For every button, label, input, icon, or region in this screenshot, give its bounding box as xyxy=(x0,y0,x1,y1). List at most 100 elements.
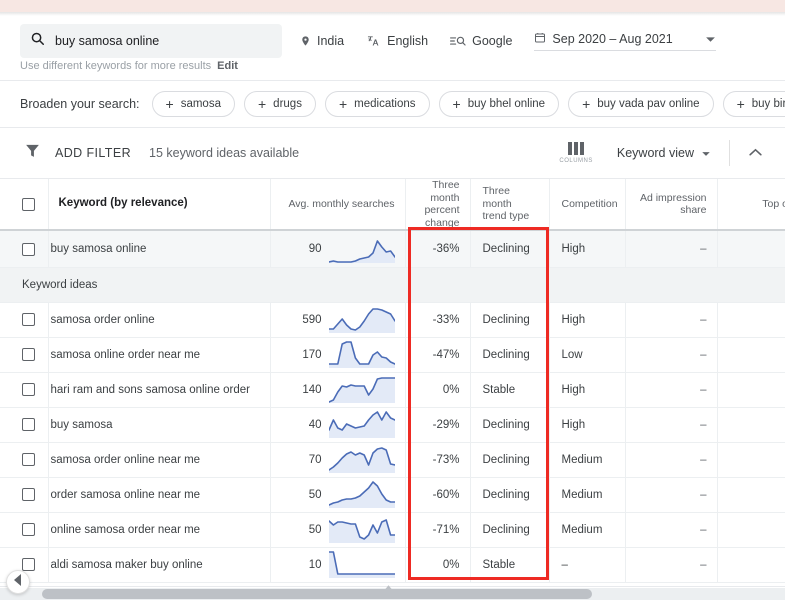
sort-caret-icon xyxy=(384,578,393,596)
keyword-table-container[interactable]: Keyword (by relevance) Avg. monthly sear… xyxy=(0,179,785,586)
horizontal-scrollbar-thumb[interactable] xyxy=(42,589,592,599)
search-network-icon xyxy=(450,35,466,47)
row-checkbox[interactable] xyxy=(22,348,35,362)
cell-top-of-page-bid: ₹4.64 xyxy=(717,302,785,338)
row-checkbox-cell xyxy=(0,372,49,408)
keyword-ideas-group-label: Keyword ideas xyxy=(0,267,785,303)
cell-ad-impression-share: – xyxy=(625,337,718,373)
keyword-ideas-group-row: Keyword ideas xyxy=(0,267,785,303)
avg-monthly-value: 50 xyxy=(308,523,322,536)
row-checkbox[interactable] xyxy=(22,488,35,502)
columns-label: COLUMNS xyxy=(559,158,593,164)
table-row[interactable]: online samosa order near me 50 -71% Declini… xyxy=(0,512,785,548)
broaden-chip[interactable]: + buy biryani online xyxy=(722,91,785,117)
column-header-three-month-percent-change[interactable]: Three month percent change xyxy=(405,179,471,231)
table-row[interactable]: samosa order online 590 -33% Declining High –… xyxy=(0,302,785,338)
translate-icon xyxy=(366,34,381,48)
cell-competition: Medium xyxy=(549,477,626,513)
keyword-ideas-count: 15 keyword ideas available xyxy=(149,146,300,160)
cell-avg-monthly-searches: 590 xyxy=(270,302,406,338)
table-row[interactable]: hari ram and sons samosa online order 140… xyxy=(0,372,785,408)
cell-competition: Medium xyxy=(549,512,626,548)
table-row[interactable]: buy samosa 40 -29%DecliningHigh–₹1.50 xyxy=(0,407,785,443)
cell-avg-monthly-searches: 70 xyxy=(270,442,406,478)
cell-avg-monthly-searches: 50 xyxy=(270,512,406,548)
language-label: English xyxy=(387,34,429,48)
cell-competition: Low xyxy=(549,337,626,373)
cell-ad-impression-share: – xyxy=(625,442,718,478)
row-checkbox-cell xyxy=(0,442,49,478)
keyword-planner-screen: buy samosa online India English Google S… xyxy=(0,0,785,600)
table-row-seed-keyword[interactable]: buy samosa online 90 -36%DecliningHigh–₹2.… xyxy=(0,230,785,268)
column-header-avg-monthly-searches[interactable]: Avg. monthly searches xyxy=(270,179,406,231)
select-all-checkbox[interactable] xyxy=(22,197,35,211)
filter-bar: ADD FILTER 15 keyword ideas available CO… xyxy=(0,128,785,178)
table-body: buy samosa online90-36%DecliningHigh–₹2.… xyxy=(0,230,785,583)
location-label: India xyxy=(317,34,345,48)
broaden-chip[interactable]: + drugs xyxy=(243,91,316,117)
cell-three-month-trend-type: Declining xyxy=(470,407,550,443)
edit-keywords-link[interactable]: Edit xyxy=(217,60,238,72)
keyword-table: Keyword (by relevance) Avg. monthly sear… xyxy=(0,179,785,583)
table-row[interactable]: order samosa online near me 50 -60% Declini… xyxy=(0,477,785,513)
column-header-keyword[interactable]: Keyword (by relevance) xyxy=(48,179,271,231)
cell-three-month-percent-change: -73% xyxy=(405,442,471,478)
row-checkbox-cell xyxy=(0,337,49,373)
table-row[interactable]: samosa order online near me 70 -73% Declini… xyxy=(0,442,785,478)
broaden-chip[interactable]: + medications xyxy=(324,91,430,117)
cell-three-month-trend-type: Declining xyxy=(470,302,550,338)
row-checkbox[interactable] xyxy=(22,453,35,467)
chevron-up-icon[interactable] xyxy=(748,144,777,162)
search-volume-sparkline xyxy=(327,373,396,406)
language-selector[interactable]: English xyxy=(366,34,428,48)
column-header-three-month-trend-type[interactable]: Three month trend type xyxy=(470,179,550,231)
cell-three-month-trend-type: Declining xyxy=(470,477,550,513)
search-icon xyxy=(30,31,45,51)
row-checkbox[interactable] xyxy=(22,313,35,327)
table-row[interactable]: samosa online order near me 170 -47% Declin… xyxy=(0,337,785,373)
cell-three-month-trend-type: Declining xyxy=(470,230,550,268)
chevron-down-icon[interactable] xyxy=(705,32,716,46)
date-range-selector[interactable]: Sep 2020 – Aug 2021 xyxy=(534,31,716,51)
cell-keyword: online samosa order near me xyxy=(48,512,271,548)
broaden-chip[interactable]: + samosa xyxy=(151,91,235,117)
row-checkbox[interactable] xyxy=(22,523,35,537)
column-header-competition[interactable]: Competition xyxy=(549,179,626,231)
row-checkbox[interactable] xyxy=(22,418,35,432)
add-filter-button[interactable]: ADD FILTER xyxy=(55,146,131,160)
keyword-view-selector[interactable]: Keyword view xyxy=(617,146,711,160)
broaden-chip-label: samosa xyxy=(180,98,221,110)
column-header-top-of-page-bid[interactable]: Top of page bid (low range) xyxy=(717,179,785,231)
broaden-chip[interactable]: + buy bhel online xyxy=(438,91,560,117)
row-checkbox[interactable] xyxy=(22,558,35,572)
columns-button[interactable]: COLUMNS xyxy=(559,142,593,164)
cell-top-of-page-bid: ₹3.23 xyxy=(717,372,785,408)
network-label: Google xyxy=(472,34,513,48)
broaden-chip-label: buy vada pav online xyxy=(597,98,700,110)
cell-three-month-percent-change: 0% xyxy=(405,372,471,408)
cell-competition: Medium xyxy=(549,442,626,478)
browser-top-strip xyxy=(0,0,785,12)
location-selector[interactable]: India xyxy=(300,34,344,48)
search-input[interactable]: buy samosa online xyxy=(55,34,159,48)
cell-top-of-page-bid: ₹4.45 xyxy=(717,442,785,478)
broaden-chip[interactable]: + buy vada pav online xyxy=(568,91,714,117)
filter-funnel-icon[interactable] xyxy=(24,142,41,164)
location-pin-icon xyxy=(300,34,311,48)
cell-three-month-percent-change: -60% xyxy=(405,477,471,513)
network-selector[interactable]: Google xyxy=(450,34,512,48)
keyword-search-box[interactable]: buy samosa online xyxy=(20,24,282,58)
plus-icon: + xyxy=(257,96,267,112)
panel-collapse-button[interactable] xyxy=(6,570,30,594)
row-checkbox[interactable] xyxy=(22,383,35,397)
calendar-icon xyxy=(534,31,546,47)
cell-avg-monthly-searches: 90 xyxy=(270,230,406,268)
search-toolbar: buy samosa online India English Google S… xyxy=(0,16,785,66)
search-volume-sparkline xyxy=(327,548,396,581)
row-checkbox[interactable] xyxy=(22,242,35,256)
broaden-chip-label: medications xyxy=(354,98,416,110)
column-header-ad-impression-share[interactable]: Ad impression share xyxy=(625,179,718,231)
cell-competition: High xyxy=(549,302,626,338)
table-header: Keyword (by relevance) Avg. monthly sear… xyxy=(0,179,785,231)
search-volume-sparkline xyxy=(327,478,396,511)
